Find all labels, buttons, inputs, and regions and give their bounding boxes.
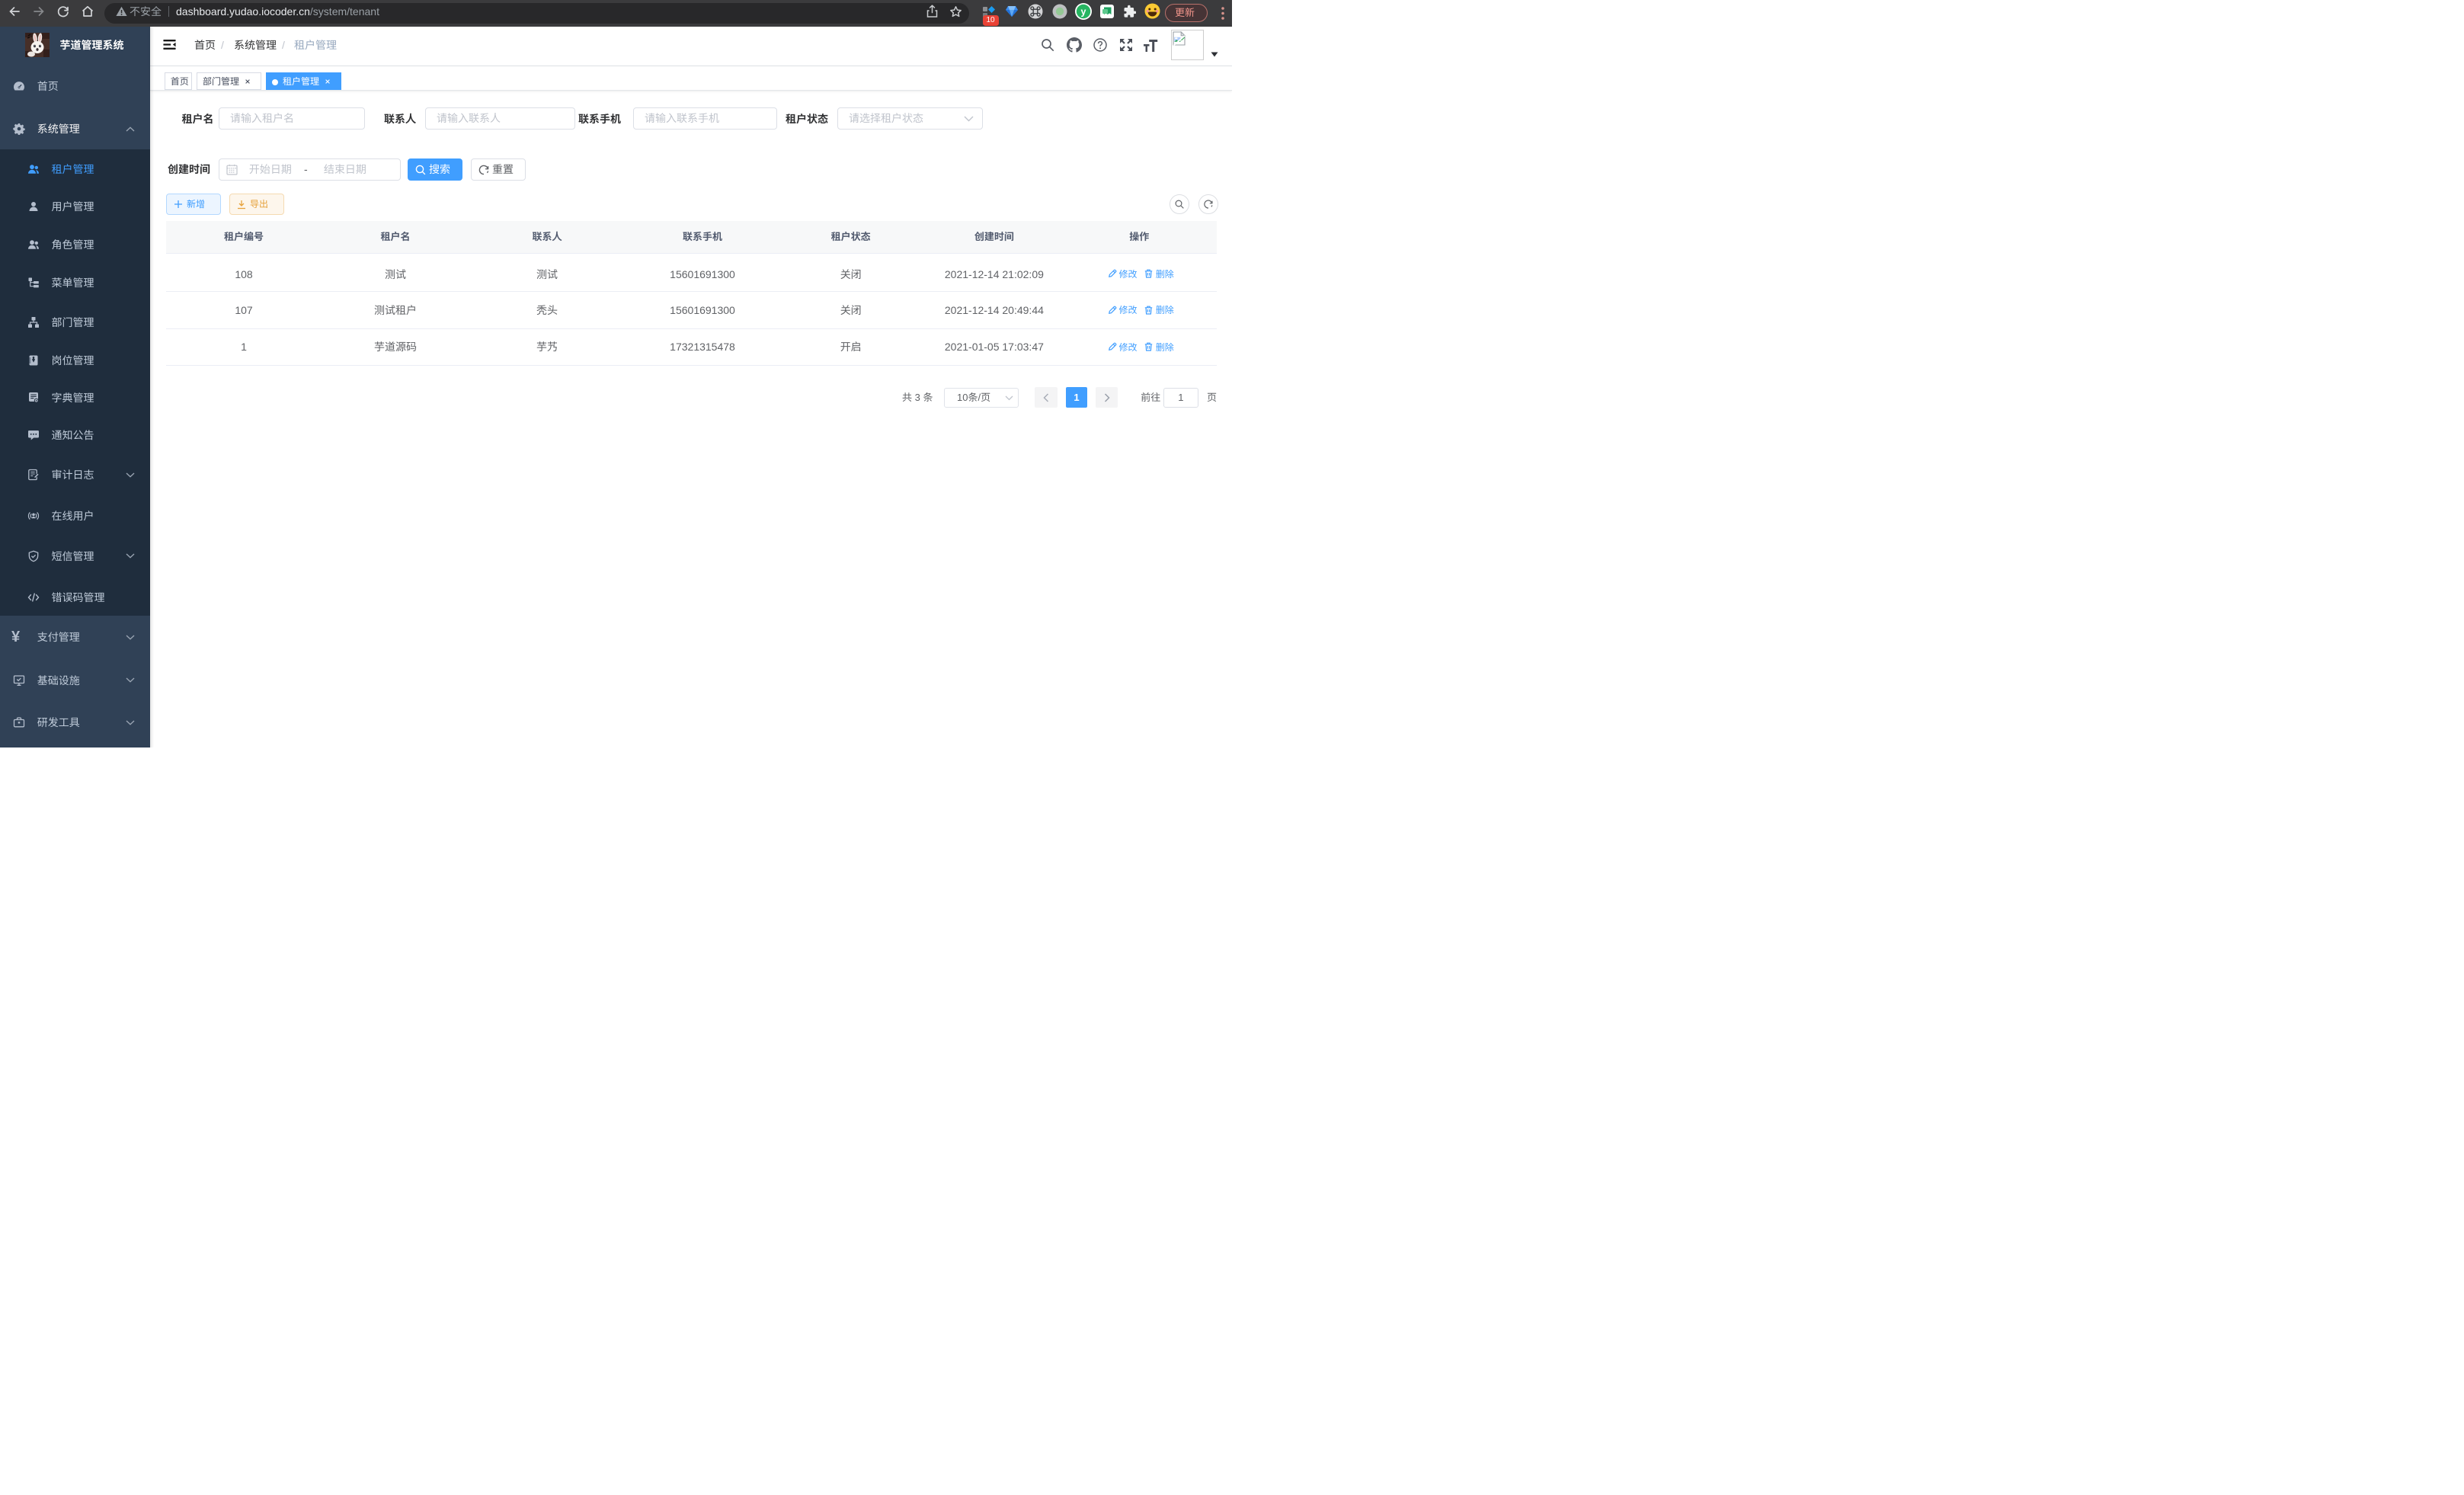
svg-text:y: y [1081,6,1086,17]
